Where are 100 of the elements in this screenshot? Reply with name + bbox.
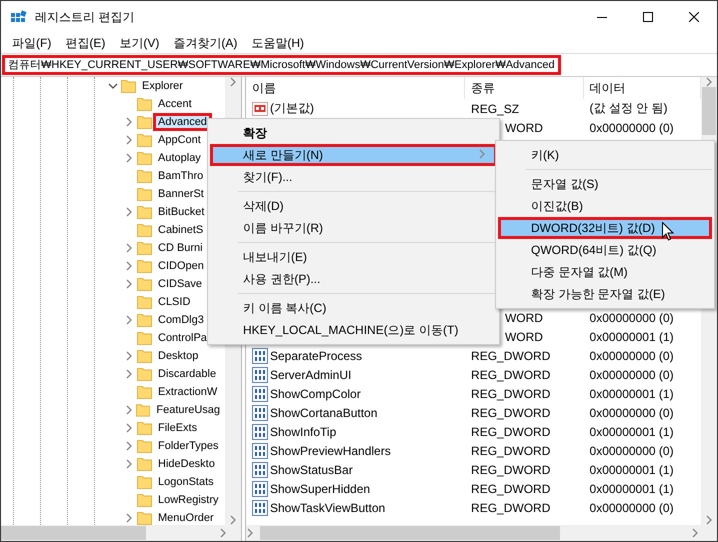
menu-item[interactable]: 새로 만들기(N) xyxy=(210,144,497,166)
folder-icon xyxy=(137,133,152,147)
binary-value-icon xyxy=(252,500,268,516)
expand-chevron-icon[interactable] xyxy=(125,513,133,523)
value-name: ShowStatusBar xyxy=(270,462,353,476)
value-type: REG_DWORD xyxy=(471,406,550,420)
menu-item[interactable]: QWORD(64비트) 값(Q) xyxy=(498,239,712,261)
value-type: REG_DWORD xyxy=(471,462,550,476)
tree-item[interactable]: Discardable xyxy=(153,365,222,383)
tree-item[interactable]: Explorer xyxy=(137,77,188,95)
tree-item[interactable]: CD Burni xyxy=(153,239,208,257)
menu-item[interactable]: 확장 가능한 문자열 값(E) xyxy=(498,283,712,305)
folder-icon xyxy=(137,169,152,183)
value-name: ShowSuperHidden xyxy=(270,482,370,496)
menu-bar-item[interactable]: 보기(V) xyxy=(112,34,166,52)
value-type: WORD xyxy=(504,120,543,134)
menu-item[interactable]: 문자열 값(S) xyxy=(498,173,712,195)
folder-icon xyxy=(137,367,152,381)
menu-item[interactable]: 사용 권한(P)... xyxy=(210,268,497,290)
scroll-left-icon[interactable] xyxy=(246,528,254,538)
folder-icon xyxy=(137,385,152,399)
scrollbar[interactable] xyxy=(1,525,241,541)
value-data: 0x00000000 (0) xyxy=(590,368,674,382)
scrollbar-thumb[interactable] xyxy=(1,526,146,540)
tree-item[interactable]: AppCont xyxy=(153,131,206,149)
folder-icon xyxy=(137,151,152,165)
tree-item[interactable]: LowRegistry xyxy=(153,491,224,509)
tree-item[interactable]: Autoplay xyxy=(153,149,206,167)
menu-item[interactable]: 이름 바꾸기(R) xyxy=(210,217,497,239)
menu-item[interactable]: 확장 xyxy=(210,122,497,144)
menu-item[interactable]: 다중 문자열 값(M) xyxy=(498,261,712,283)
value-data: 0x00000000 (0) xyxy=(590,500,674,514)
menu-item[interactable]: 이진값(B) xyxy=(498,195,712,217)
tree-item[interactable]: LogonStats xyxy=(153,473,219,491)
tree-item[interactable]: CIDSave xyxy=(153,275,208,293)
scrollbar-thumb[interactable] xyxy=(702,87,716,135)
tree-item[interactable]: MenuOrder xyxy=(153,509,219,525)
scrollbar-thumb[interactable] xyxy=(260,526,560,540)
value-data: 0x00000000 (0) xyxy=(590,444,674,458)
scroll-right-icon[interactable] xyxy=(219,528,227,538)
value-data: 0x00000000 (0) xyxy=(590,406,674,420)
tree-item[interactable]: BitBucket xyxy=(153,203,210,221)
binary-value-icon xyxy=(252,480,268,496)
folder-icon xyxy=(137,457,152,471)
folder-icon xyxy=(137,223,152,237)
collapse-chevron-icon[interactable] xyxy=(108,82,118,90)
column-header[interactable]: 종류 xyxy=(465,77,584,99)
close-icon[interactable] xyxy=(689,12,699,22)
value-type: REG_SZ xyxy=(471,102,520,116)
address-field[interactable]: 컴퓨터₩HKEY_CURRENT_USER₩SOFTWARE₩Microsoft₩Windows₩CurrentVersion₩Explorer₩Advanced xyxy=(2,55,561,75)
menu-item[interactable]: 키 이름 복사(C) xyxy=(210,297,497,319)
value-type: REG_DWORD xyxy=(471,368,550,382)
tree-item[interactable]: Accent xyxy=(153,95,197,113)
tree-item[interactable]: CLSID xyxy=(153,293,196,311)
value-data: 0x00000001 (1) xyxy=(590,386,674,400)
value-data: 0x00000000 (0) xyxy=(590,310,674,324)
menu-item[interactable]: 찾기(F)... xyxy=(210,166,497,188)
tree-item[interactable]: FeatureUsag xyxy=(151,401,225,419)
expand-chevron-icon[interactable] xyxy=(125,315,133,325)
tree-item[interactable]: CabinetS xyxy=(153,221,208,239)
tree-item[interactable]: HideDeskto xyxy=(153,455,220,473)
value-data: 0x00000001 (1) xyxy=(590,482,674,496)
menu-item[interactable]: 삭제(D) xyxy=(210,195,497,217)
folder-icon xyxy=(137,97,152,111)
column-header[interactable]: 이름 xyxy=(246,77,466,99)
value-type: REG_DWORD xyxy=(471,482,550,496)
menu-bar-item[interactable]: 파일(F) xyxy=(5,34,58,52)
binary-value-icon xyxy=(252,424,268,440)
value-type: REG_DWORD xyxy=(471,348,550,362)
menu-bar-item[interactable]: 도움말(H) xyxy=(244,34,311,52)
window-title: 레지스트리 편집기 xyxy=(35,8,136,26)
value-name: ShowCortanaButton xyxy=(270,406,378,420)
binary-value-icon xyxy=(252,404,268,420)
menu-item[interactable]: HKEY_LOCAL_MACHINE(으)로 이동(T) xyxy=(210,319,497,341)
expand-chevron-icon[interactable] xyxy=(125,207,133,217)
folder-icon xyxy=(121,79,136,93)
tree-item[interactable]: Advanced xyxy=(153,113,212,131)
maximize-icon[interactable] xyxy=(643,12,653,22)
folder-icon xyxy=(137,187,152,201)
value-data: 0x00000000 (0) xyxy=(590,348,674,362)
scrollbar[interactable] xyxy=(246,525,717,541)
tree-item[interactable]: CIDOpen xyxy=(153,257,209,275)
tree-item[interactable]: BannerSt xyxy=(153,185,209,203)
value-type: REG_DWORD xyxy=(471,444,550,458)
tree-item[interactable]: ExtractionW xyxy=(153,383,222,401)
menu-item[interactable]: DWORD(32비트) 값(D) xyxy=(498,217,712,239)
tree-item[interactable]: BamThro xyxy=(153,167,208,185)
menu-bar-item[interactable]: 즐겨찾기(A) xyxy=(166,34,244,52)
tree-item[interactable]: FolderTypes xyxy=(153,437,224,455)
menu-item[interactable]: 키(K) xyxy=(498,144,712,166)
scroll-right-icon[interactable] xyxy=(691,528,699,538)
menu-item[interactable]: 내보내기(E) xyxy=(210,246,497,268)
value-name: ShowTaskViewButton xyxy=(270,500,386,514)
tree-item[interactable]: ComDlg3 xyxy=(153,311,209,329)
tree-item[interactable]: FileExts xyxy=(153,419,202,437)
minimize-icon[interactable] xyxy=(597,16,607,18)
tree-item[interactable]: Desktop xyxy=(153,347,204,365)
menu-bar-item[interactable]: 편집(E) xyxy=(58,34,112,52)
value-name: ShowInfoTip xyxy=(270,424,336,438)
mouse-cursor-icon xyxy=(662,222,674,241)
